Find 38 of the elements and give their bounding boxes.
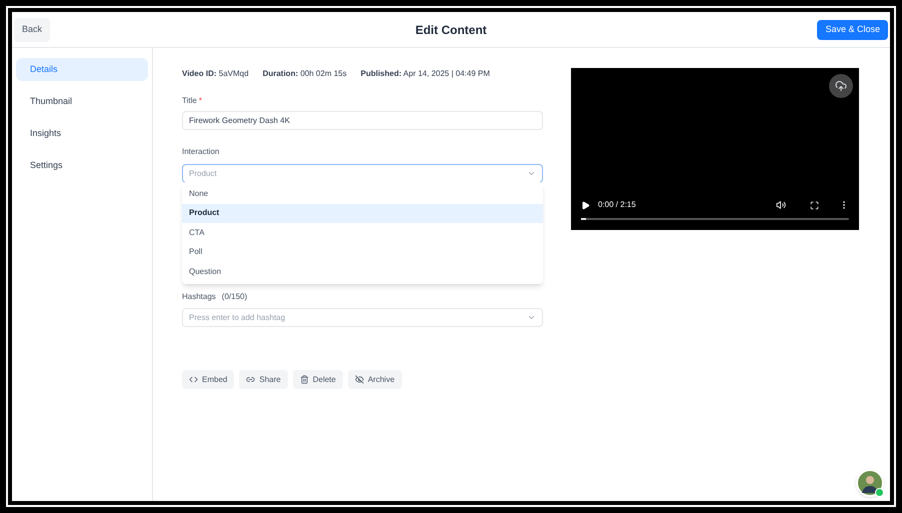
dropdown-option[interactable]: None [182, 184, 543, 204]
sidebar-item[interactable]: Insights [16, 122, 148, 145]
sidebar-item[interactable]: Details [16, 58, 148, 81]
user-avatar[interactable] [856, 469, 884, 497]
video-time: 0:00 / 2:15 [598, 199, 636, 211]
action-button[interactable]: Delete [292, 370, 343, 389]
sidebar-item[interactable]: Settings [16, 154, 148, 177]
required-mark: * [198, 95, 202, 107]
embed-icon [189, 375, 198, 384]
meta-text: Published: Apr 14, 2025 | 04:49 PM [360, 68, 490, 80]
page-title: Edit Content [415, 22, 487, 38]
meta-text: Video ID: 5aVMqd [182, 68, 249, 80]
meta-text: Duration: 00h 02m 15s [262, 68, 347, 80]
field-label: Hashtags [182, 291, 216, 303]
share-icon [246, 375, 256, 384]
back-button[interactable]: Back [14, 18, 50, 42]
cloud-upload-icon [835, 80, 847, 92]
dropdown-option[interactable]: Product [182, 204, 543, 223]
archive-icon [354, 375, 364, 384]
sidebar-item[interactable]: Thumbnail [16, 90, 148, 113]
title-field[interactable]: Firework Geometry Dash 4K [182, 111, 543, 130]
field-label: Title [182, 95, 197, 107]
action-button[interactable]: Embed [182, 370, 234, 389]
fullscreen-icon[interactable] [810, 200, 819, 210]
dropdown-option[interactable]: Question [182, 262, 543, 282]
save-close-button[interactable]: Save & Close [817, 20, 888, 40]
volume-icon[interactable] [776, 200, 786, 210]
action-button[interactable]: Share [239, 370, 288, 389]
chevron-icon [527, 169, 536, 178]
action-button[interactable]: Archive [348, 370, 402, 389]
chevron-icon [527, 313, 536, 322]
play-icon[interactable] [581, 200, 590, 210]
field-label: Interaction [182, 146, 220, 158]
dropdown-option[interactable]: CTA [182, 223, 543, 242]
dropdown-option[interactable]: Poll [182, 242, 543, 262]
count-text: (0/150) [222, 291, 248, 303]
delete-icon [300, 375, 309, 384]
upload-button[interactable] [829, 74, 853, 98]
